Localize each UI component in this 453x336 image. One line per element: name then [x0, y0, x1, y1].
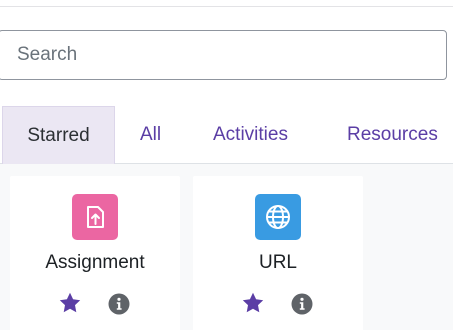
assignment-icon [72, 194, 118, 240]
info-icon[interactable] [291, 293, 313, 315]
info-icon[interactable] [108, 293, 130, 315]
globe-icon [255, 194, 301, 240]
star-icon[interactable] [241, 291, 265, 315]
search-input[interactable] [0, 31, 446, 79]
tab-starred[interactable]: Starred [2, 106, 115, 164]
search-box[interactable] [0, 30, 447, 80]
module-card-assignment[interactable]: Assignment [10, 176, 180, 336]
tab-all[interactable]: All [140, 106, 161, 164]
module-card-url[interactable]: URL [193, 176, 363, 336]
tab-resources[interactable]: Resources [347, 106, 438, 164]
tab-activities[interactable]: Activities [213, 106, 288, 164]
module-name: URL [258, 252, 297, 273]
star-icon[interactable] [58, 291, 82, 315]
tab-bar: Starred All Activities Resources [0, 106, 453, 164]
module-name: Assignment [45, 252, 145, 273]
top-divider [0, 6, 453, 7]
